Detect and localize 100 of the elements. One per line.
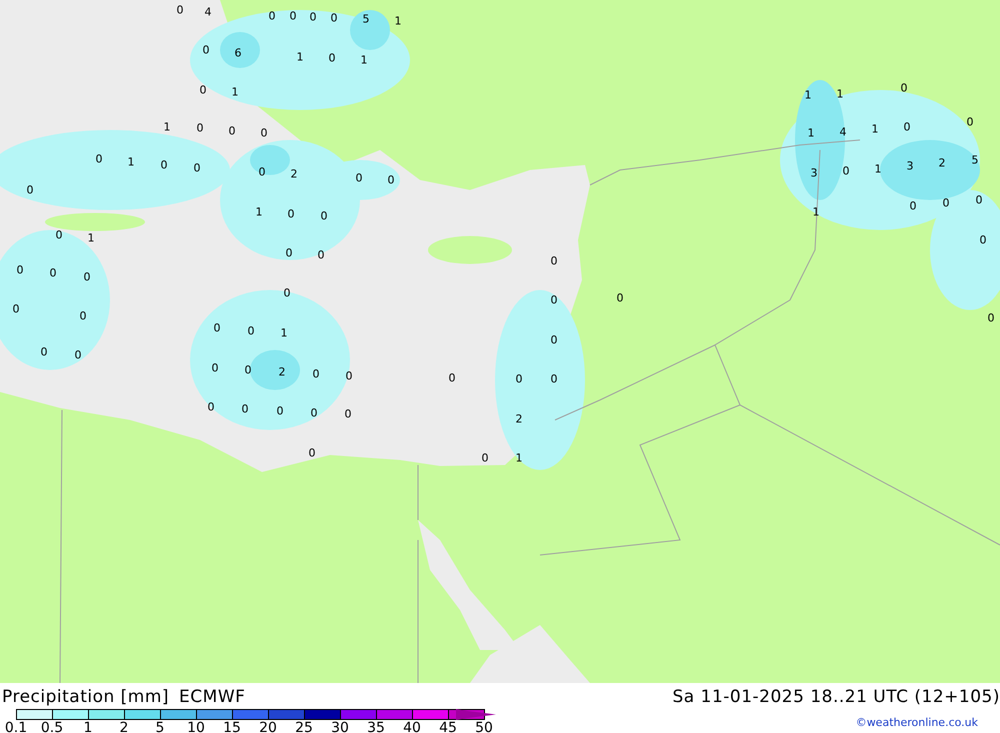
precipitation-value: 3 bbox=[906, 160, 914, 172]
precipitation-value: 6 bbox=[234, 48, 242, 58]
precipitation-value: 0 bbox=[328, 52, 336, 64]
legend-label: 2 bbox=[120, 720, 128, 733]
precipitation-value: 1 bbox=[394, 16, 402, 26]
precipitation-value: 1 bbox=[232, 86, 238, 98]
precipitation-value: 0 bbox=[308, 448, 316, 458]
precipitation-value: 0 bbox=[244, 364, 252, 376]
precipitation-value: 0 bbox=[176, 4, 184, 16]
legend-label: 1 bbox=[84, 720, 92, 733]
precipitation-value: 0 bbox=[96, 154, 102, 164]
precipitation-value: 0 bbox=[318, 250, 324, 260]
precipitation-value: 1 bbox=[88, 232, 94, 244]
legend-label: 0.5 bbox=[40, 720, 64, 733]
precipitation-value: 0 bbox=[260, 128, 268, 138]
precipitation-value: 0 bbox=[208, 402, 214, 412]
precipitation-value: 0 bbox=[344, 408, 352, 420]
legend-label: 15 bbox=[223, 720, 241, 733]
precipitation-value: 1 bbox=[516, 452, 522, 464]
precipitation-value: 0 bbox=[290, 10, 296, 22]
precipitation-value: 0 bbox=[228, 126, 236, 136]
precipitation-value: 0 bbox=[550, 374, 558, 384]
precipitation-value: 0 bbox=[80, 310, 86, 322]
credit-link[interactable]: ©weatheronline.co.uk bbox=[856, 716, 978, 729]
precipitation-value: 1 bbox=[804, 90, 812, 100]
precipitation-value: 0 bbox=[276, 406, 284, 416]
precipitation-value: 3 bbox=[810, 168, 818, 178]
precipitation-value: 0 bbox=[900, 82, 908, 94]
legend-label: 20 bbox=[259, 720, 277, 733]
precipitation-value: 1 bbox=[256, 206, 262, 218]
legend-label: 0.1 bbox=[4, 720, 28, 733]
precipitation-value: 0 bbox=[26, 184, 34, 196]
precipitation-value: 0 bbox=[258, 166, 266, 178]
precipitation-value: 0 bbox=[248, 326, 254, 336]
precipitation-value: 0 bbox=[12, 304, 20, 314]
precipitation-value: 0 bbox=[160, 160, 168, 170]
precipitation-value: 0 bbox=[976, 194, 982, 206]
precipitation-value: 0 bbox=[966, 116, 974, 128]
legend-label: 40 bbox=[403, 720, 421, 733]
precipitation-value: 0 bbox=[286, 248, 292, 258]
precipitation-value: 0 bbox=[74, 350, 82, 360]
precipitation-value: 0 bbox=[330, 12, 338, 24]
precipitation-value: 0 bbox=[16, 264, 24, 276]
precipitation-value: 0 bbox=[516, 374, 522, 384]
precipitation-value: 1 bbox=[872, 124, 878, 134]
precipitation-value: 0 bbox=[50, 268, 56, 278]
precipitation-value: 0 bbox=[56, 230, 62, 240]
precipitation-value: 4 bbox=[840, 126, 846, 138]
precipitation-value: 0 bbox=[448, 372, 456, 384]
precipitation-value: 4 bbox=[204, 6, 212, 18]
precipitation-value: 2 bbox=[290, 168, 298, 180]
precipitation-value: 2 bbox=[278, 366, 286, 378]
precipitation-value: 0 bbox=[196, 122, 204, 134]
precipitation-value: 5 bbox=[972, 154, 978, 166]
precipitation-value: 5 bbox=[362, 14, 370, 24]
precipitation-value: 0 bbox=[214, 322, 220, 334]
precipitation-value: 0 bbox=[288, 208, 294, 220]
precipitation-value: 0 bbox=[550, 256, 558, 266]
precipitation-value: 1 bbox=[874, 164, 882, 174]
legend-label: 5 bbox=[156, 720, 164, 733]
precipitation-value: 0 bbox=[942, 198, 950, 208]
precipitation-value: 0 bbox=[550, 294, 558, 306]
precipitation-value: 0 bbox=[200, 84, 206, 96]
precipitation-value: 1 bbox=[280, 328, 288, 338]
legend-label: 50 bbox=[475, 720, 493, 733]
precipitation-value: 0 bbox=[212, 362, 218, 374]
precipitation-value: 0 bbox=[40, 346, 48, 358]
precipitation-value: 0 bbox=[842, 166, 850, 176]
precipitation-value: 0 bbox=[284, 288, 290, 298]
legend-label: 30 bbox=[331, 720, 349, 733]
precipitation-value: 1 bbox=[164, 122, 170, 132]
precipitation-value: 1 bbox=[128, 156, 134, 168]
precipitation-value: 0 bbox=[268, 10, 276, 22]
precipitation-value: 0 bbox=[312, 368, 320, 380]
legend-label: 35 bbox=[367, 720, 385, 733]
legend-label: 45 bbox=[439, 720, 457, 733]
valid-time: Sa 11-01-2025 18..21 UTC (12+105) bbox=[672, 687, 1000, 707]
precipitation-value: 1 bbox=[296, 52, 304, 62]
map-title: Precipitation [mm] bbox=[2, 687, 170, 707]
legend-label: 10 bbox=[187, 720, 205, 733]
precipitation-value: 1 bbox=[836, 88, 844, 100]
precipitation-value: 0 bbox=[904, 122, 910, 132]
precipitation-value: 1 bbox=[808, 128, 814, 138]
precipitation-value: 2 bbox=[938, 158, 946, 168]
precipitation-value: 0 bbox=[988, 312, 994, 324]
precipitation-value: 0 bbox=[202, 44, 210, 56]
precipitation-value: 0 bbox=[310, 408, 318, 418]
precipitation-value: 0 bbox=[242, 404, 248, 414]
precipitation-value: 0 bbox=[388, 174, 394, 186]
legend-label: 25 bbox=[295, 720, 313, 733]
precipitation-value: 1 bbox=[360, 54, 368, 66]
precipitation-value: 0 bbox=[616, 292, 624, 304]
precipitation-value: 0 bbox=[482, 452, 488, 464]
precipitation-value: 0 bbox=[194, 162, 200, 174]
precipitation-value: 0 bbox=[84, 272, 90, 282]
precipitation-value: 0 bbox=[980, 234, 986, 246]
precipitation-value: 0 bbox=[550, 334, 558, 346]
precipitation-value: 0 bbox=[910, 200, 916, 212]
precipitation-value: 0 bbox=[346, 370, 352, 382]
precipitation-value: 2 bbox=[516, 414, 522, 424]
